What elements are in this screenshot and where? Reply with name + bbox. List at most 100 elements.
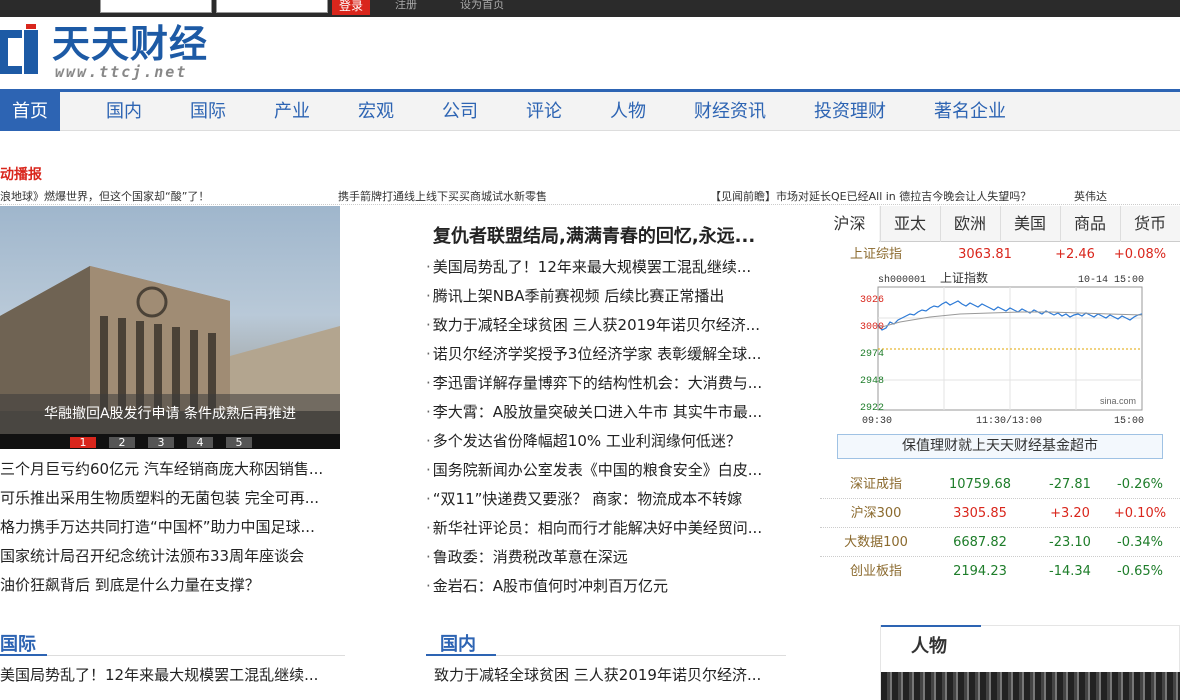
list-item[interactable]: 国务院新闻办公室发表《中国的粮食安全》白皮... [426,456,786,485]
list-item[interactable]: 诺贝尔经济学奖授予3位经济学家 表彰缓解全球... [426,340,786,369]
list-item[interactable]: 油价狂飙背后 到底是什么力量在支撑？ [0,571,345,600]
tab-usa[interactable]: 美国 [1000,206,1059,242]
section-underline [426,654,496,656]
quote-row[interactable]: 创业板指 2194.23 -14.34 -0.65% [820,557,1180,586]
list-item[interactable]: 新华社评论员：相向而行才能解决好中美经贸问... [426,514,786,543]
featured-slideshow[interactable]: 华融撤回A股发行申请 条件成熟后再推进 1 2 3 4 5 [0,206,340,449]
news-ticker: 浪地球》燃爆世界，但这个国家却“酸”了！ 携手箭牌打通线上线下买买商城试水新零售… [0,187,1180,205]
quote-name: 深证成指 [849,477,902,492]
section-divider [47,655,345,656]
section-title-domestic[interactable]: 国内 [440,630,476,656]
tab-asia-pacific[interactable]: 亚太 [880,206,939,242]
ticker-item[interactable]: 携手箭牌打通线上线下买买商城试水新零售 [338,188,547,204]
logo-url: www.ttcj.net [55,63,188,81]
logo-mark-icon [0,24,38,74]
list-item[interactable]: 金岩石：A股市值何时冲刺百万亿元 [426,572,786,601]
list-item[interactable]: “双11”快递费又要涨？ 商家：物流成本不转嫁 [426,485,786,514]
slide-dot[interactable]: 2 [109,437,135,448]
set-homepage-link[interactable]: 设为首页 [460,0,504,13]
x-tick: 09:30 [862,416,892,427]
slide-dot[interactable]: 4 [187,437,213,448]
nav-item-investment[interactable]: 投资理财 [808,92,892,131]
nav-item-finance-news[interactable]: 财经资讯 [688,92,772,131]
center-news-list: 美国局势乱了！12年来最大规模罢工混乱继续... 腾讯上架NBA季前赛视频 后续… [426,253,786,601]
slide-dot[interactable]: 1 [70,437,96,448]
slideshow-pager: 1 2 3 4 5 [0,434,340,449]
chart-title: 上证指数 [940,270,988,285]
tab-currency[interactable]: 货币 [1120,206,1179,242]
y-tick: 2922 [860,403,884,414]
list-item[interactable]: 李迅雷详解存量博弈下的结构性机会：大消费与... [426,369,786,398]
list-item[interactable]: 多个发达省份降幅超10% 工业利润缘何低迷？ [426,427,786,456]
nav-item-domestic[interactable]: 国内 [100,92,148,131]
international-news-list: 美国局势乱了！12年来最大规模罢工混乱继续... [0,661,360,690]
index-chart[interactable]: sh000001 上证指数 10-14 15:00 3026 3000 2974… [860,270,1160,430]
tab-europe[interactable]: 欧洲 [940,206,999,242]
quote-change: +2.46 [1055,247,1095,262]
ticker-item[interactable]: 英伟达 [1074,188,1107,204]
chart-source: sina.com [1100,396,1136,406]
nav-item-macro[interactable]: 宏观 [352,92,400,131]
list-item[interactable]: 美国局势乱了！12年来最大规模罢工混乱继续... [0,661,360,690]
nav-item-company[interactable]: 公司 [436,92,484,131]
nav-item-industry[interactable]: 产业 [268,92,316,131]
tab-shanghai-shenzhen[interactable]: 沪深 [820,206,879,242]
quote-change: -27.81 [1049,477,1091,492]
y-tick: 2948 [860,376,884,387]
nav-item-international[interactable]: 国际 [184,92,232,131]
register-link[interactable]: 注册 [395,0,417,13]
list-item[interactable]: 鲁政委：消费税改革意在深远 [426,543,786,572]
list-item[interactable]: 致力于减轻全球贫困 三人获2019年诺贝尔经济... [426,311,786,340]
left-news-list: 三个月巨亏约60亿元 汽车经销商庞大称因销售... 可乐推出采用生物质塑料的无菌… [0,455,345,600]
quote-name: 创业板指 [849,564,902,579]
headline-link[interactable]: 复仇者联盟结局,满满青春的回忆,永远... [433,222,755,248]
list-item[interactable]: 格力携手万达共同打造“中国杯”助力中国足球... [0,513,345,542]
x-tick: 15:00 [1114,416,1144,427]
quote-pct: +0.10% [1113,506,1167,521]
list-item[interactable]: 三个月巨亏约60亿元 汽车经销商庞大称因销售... [0,455,345,484]
slide-dot[interactable]: 5 [226,437,252,448]
login-button[interactable]: 登录 [332,0,370,15]
password-input[interactable] [216,0,328,13]
site-logo[interactable]: 天天财经 www.ttcj.net [0,22,230,82]
slide-dot[interactable]: 3 [148,437,174,448]
list-item[interactable]: 致力于减轻全球贫困 三人获2019年诺贝尔经济... [434,661,794,690]
quote-row[interactable]: 上证综指 3063.81 +2.46 +0.08% [820,240,1180,269]
nav-item-home[interactable]: 首页 [0,92,60,131]
list-item[interactable]: 美国局势乱了！12年来最大规模罢工混乱继续... [426,253,786,282]
main-nav: 首页 国内 国际 产业 宏观 公司 评论 人物 财经资讯 投资理财 著名企业 [0,89,1180,131]
nav-item-commentary[interactable]: 评论 [520,92,568,131]
ticker-item[interactable]: 浪地球》燃爆世界，但这个国家却“酸”了！ [0,188,209,204]
tab-commodities[interactable]: 商品 [1060,206,1119,242]
slideshow-caption[interactable]: 华融撤回A股发行申请 条件成熟后再推进 [0,394,340,434]
quote-change: -23.10 [1049,535,1091,550]
quote-value: 2194.23 [953,564,1007,579]
nav-item-people[interactable]: 人物 [604,92,652,131]
y-tick: 2974 [860,349,884,360]
list-item[interactable]: 可乐推出采用生物质塑料的无菌包装 完全可再... [0,484,345,513]
nav-item-famous-companies[interactable]: 著名企业 [928,92,1012,131]
quote-pct: -0.26% [1117,477,1163,492]
quote-pct: -0.65% [1117,564,1163,579]
ticker-title: 动播报 [0,167,42,183]
list-item[interactable]: 李大霄：A股放量突破关口进入牛市 其实牛市最... [426,398,786,427]
quote-value: 3063.81 [958,247,1012,262]
list-item[interactable]: 国家统计局召开纪念统计法颁布33周年座谈会 [0,542,345,571]
ticker-item[interactable]: 【见闻前瞻】市场对延长QE已经All in 德拉吉今晚会让人失望吗？ [710,188,1031,204]
fund-promo-link[interactable]: 保值理财就上天天财经基金超市 [837,434,1163,459]
section-title-people[interactable]: 人物 [911,632,947,658]
quote-name: 大数据100 [844,535,908,550]
quote-row[interactable]: 沪深300 3305.85 +3.20 +0.10% [820,499,1180,528]
chart-code: sh000001 [878,274,926,286]
quote-name: 上证综指 [849,247,902,262]
section-title-international[interactable]: 国际 [0,630,36,656]
username-input[interactable] [100,0,212,13]
quote-value: 10759.68 [948,477,1012,492]
people-photo[interactable] [881,672,1180,700]
quote-row[interactable]: 大数据100 6687.82 -23.10 -0.34% [820,528,1180,557]
quote-row[interactable]: 深证成指 10759.68 -27.81 -0.26% [820,470,1180,499]
list-item[interactable]: 腾讯上架NBA季前赛视频 后续比赛正常播出 [426,282,786,311]
market-tabs: 沪深 亚太 欧洲 美国 商品 货币 [820,206,1180,242]
section-divider [496,655,786,656]
section-underline [881,625,981,627]
